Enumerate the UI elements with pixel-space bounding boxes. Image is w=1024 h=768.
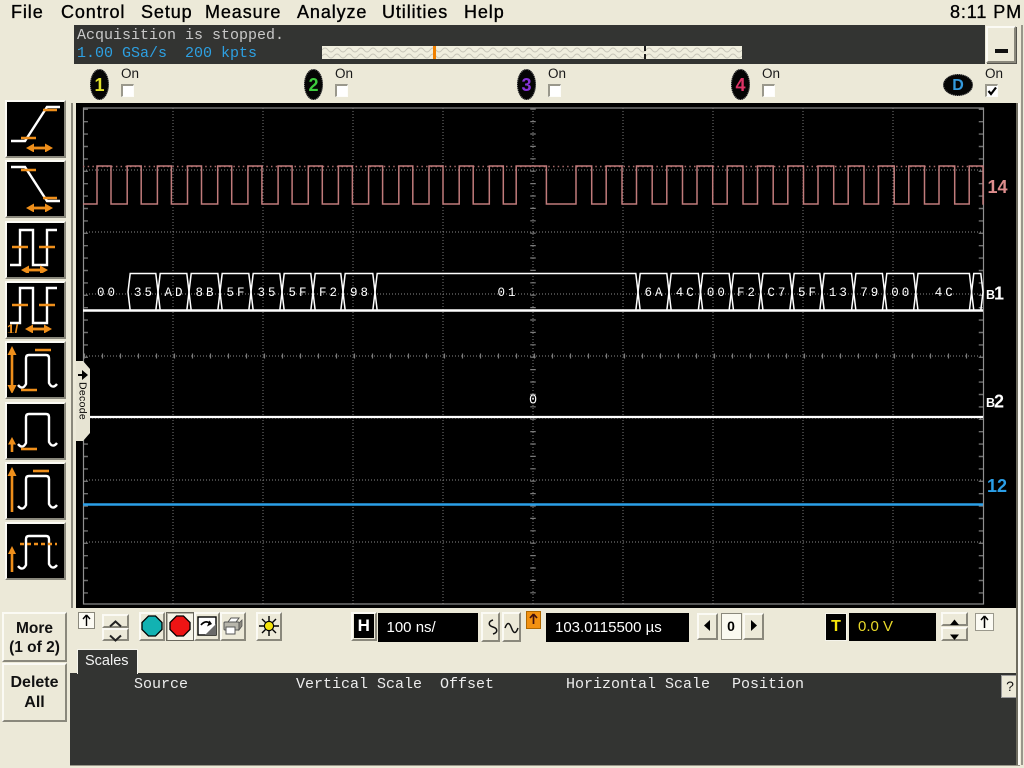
svg-text:98: 98 xyxy=(350,286,371,300)
svg-text:5F: 5F xyxy=(226,286,247,300)
svg-text:00: 00 xyxy=(97,286,118,300)
svg-text:14: 14 xyxy=(988,177,1008,197)
svg-text:01: 01 xyxy=(497,286,518,300)
svg-text:5F: 5F xyxy=(288,286,309,300)
svg-text:0: 0 xyxy=(529,394,537,409)
svg-text:79: 79 xyxy=(860,286,881,300)
svg-text:00: 00 xyxy=(707,286,728,300)
svg-text:C7: C7 xyxy=(767,286,788,300)
svg-text:AD: AD xyxy=(164,286,185,300)
svg-text:4C: 4C xyxy=(935,286,956,300)
svg-text:35: 35 xyxy=(134,286,155,300)
svg-text:4C: 4C xyxy=(676,286,697,300)
svg-text:F2: F2 xyxy=(319,286,340,300)
svg-text:6A: 6A xyxy=(644,286,665,300)
svg-text:35: 35 xyxy=(257,286,278,300)
svg-text:2: 2 xyxy=(994,392,1004,412)
svg-text:1/: 1/ xyxy=(7,322,19,333)
svg-text:8B: 8B xyxy=(195,286,216,300)
svg-text:13: 13 xyxy=(829,286,850,300)
svg-text:1: 1 xyxy=(994,284,1004,304)
svg-text:00: 00 xyxy=(891,286,912,300)
svg-text:F2: F2 xyxy=(737,286,758,300)
svg-text:5F: 5F xyxy=(798,286,819,300)
svg-text:12: 12 xyxy=(987,476,1007,496)
